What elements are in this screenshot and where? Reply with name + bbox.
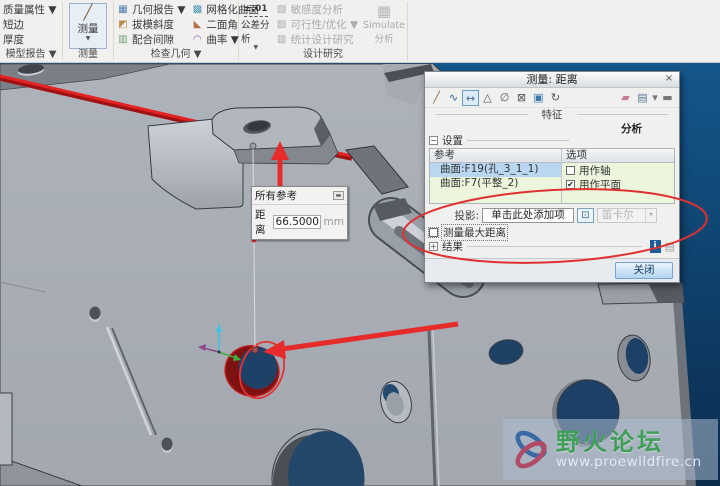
collapse-section-icon[interactable]: −	[429, 136, 438, 145]
sensitivity-icon: ▧	[276, 4, 287, 15]
tooltip-collapse-icon[interactable]: ▬	[333, 191, 344, 200]
watermark-url: www.proewildfire.cn	[556, 454, 702, 470]
column-header-reference: 参考	[430, 149, 561, 163]
measure-length-icon[interactable]: ╱	[428, 90, 445, 106]
tooltip-value: 66.5000	[272, 215, 321, 229]
reference-row[interactable]: 曲面:F19(孔_3_1_1)	[430, 163, 561, 177]
monitor-icon[interactable]: ⊡	[577, 207, 594, 223]
info-icon[interactable]: i	[649, 240, 661, 253]
chevron-down-icon: ▼	[85, 35, 91, 42]
reference-row[interactable]: 曲面:F7(平整_2)	[430, 177, 561, 191]
ribbon-group-model-report: 质量属性 ▼ 短边 厚度 模型报告 ▼	[0, 0, 62, 62]
forum-logo-icon	[515, 430, 547, 468]
simulate-icon: ▦	[376, 2, 392, 20]
csys-select[interactable]: 笛卡尔 ▼	[597, 207, 657, 223]
dialog-title: 测量: 距离	[526, 73, 578, 86]
measure-curve-icon[interactable]: ∿	[445, 90, 462, 106]
tab-top-face[interactable]	[211, 106, 331, 151]
measurement-point-top[interactable]	[249, 142, 257, 150]
ribbon-group-measure: ╱ 测量 ▼ 测量	[63, 0, 113, 62]
dialog-titlebar[interactable]: 测量: 距离 ×	[425, 72, 679, 88]
group-label-measure: 测量	[78, 49, 98, 60]
dihedral-icon: ◣	[193, 19, 202, 30]
group-label-design-study: 设计研究	[303, 49, 343, 60]
collapse-dialog-icon[interactable]: ▬	[659, 90, 676, 106]
clearance-item[interactable]: ▥ 配合间隙	[114, 32, 188, 47]
clear-icon[interactable]: ▰	[617, 90, 634, 106]
tooltip-title: 所有参考	[255, 190, 297, 202]
application-window: 质量属性 ▼ 短边 厚度 模型报告 ▼ ╱ 测量 ▼ 测量 ▦ 几何报告 ▼ ◩ 拔…	[0, 0, 720, 486]
sensitivity-analysis-item[interactable]: ▧ 敏感度分析	[273, 2, 361, 17]
use-as-axis-checkbox[interactable]	[566, 165, 575, 175]
max-distance-checkbox[interactable]	[428, 227, 439, 238]
tolerance-icon: ±.01	[244, 3, 268, 17]
ribbon: 质量属性 ▼ 短边 厚度 模型报告 ▼ ╱ 测量 ▼ 测量 ▦ 几何报告 ▼ ◩ 拔…	[0, 0, 720, 63]
max-distance-row: 测量最大距离	[425, 224, 679, 241]
references-table: 参考 曲面:F19(孔_3_1_1) 曲面:F7(平整_2) 选项 用作轴 ✔ …	[429, 148, 675, 204]
tolerance-analysis-button[interactable]: ±.01 公差分析 ▼	[241, 3, 271, 51]
measure-diameter-icon[interactable]: ∅	[496, 90, 513, 106]
watermark-title: 野火论坛	[556, 428, 664, 456]
projection-label: 投影:	[454, 209, 479, 222]
measure-distance-dialog: 测量: 距离 × ╱ ∿ ↔ △ ∅ ⊠ ▣ ↻ ▰ ▤ ▾ ▬ 特征 分析 −…	[424, 71, 680, 283]
ribbon-group-design-study: ±.01 公差分析 ▼ ▧ 敏感度分析 ▨ 可行性/优化 ▼ ▥ 统计设计研究 ▦ S…	[239, 0, 407, 62]
geometry-report-item[interactable]: ▦ 几何报告 ▼	[114, 2, 188, 17]
close-button[interactable]: 关闭	[615, 262, 673, 279]
ribbon-group-inspect-geometry: ▦ 几何报告 ▼ ◩ 拔模斜度 ▥ 配合间隙 ▩ 网格化曲面 ◣ 二面角 ◠ 曲率 ▼ 检查…	[114, 0, 259, 62]
tab-feature[interactable]: 特征	[425, 108, 679, 121]
measurement-point-bottom[interactable]	[251, 346, 259, 354]
close-icon[interactable]: ×	[662, 73, 676, 86]
save-icon[interactable]: ▤	[634, 90, 651, 106]
measure-distance-icon[interactable]: ↔	[462, 89, 479, 106]
curvature-icon: ◠	[193, 34, 202, 45]
projection-collector[interactable]: 单击此处添加项	[482, 207, 574, 223]
option-row: 用作轴	[562, 163, 674, 177]
simulate-analysis-button[interactable]: ▦ Simulate 分析	[363, 3, 405, 49]
save-dropdown-icon[interactable]: ▾	[651, 90, 659, 106]
option-row: ✔ 用作平面	[566, 178, 621, 191]
draft-icon: ◩	[118, 19, 128, 30]
dialog-footer: 关闭	[425, 258, 679, 282]
tooltip-unit: mm	[323, 216, 344, 228]
forum-watermark: 野火论坛 www.proewildfire.cn	[503, 419, 718, 480]
boss-cylinder[interactable]	[0, 392, 13, 466]
lower-right-bracket[interactable]	[597, 282, 685, 305]
clearance-icon: ▥	[118, 34, 128, 45]
group-label-inspect-geometry[interactable]: 检查几何 ▼	[114, 48, 238, 62]
results-section-header[interactable]: + 结果 i ▤	[425, 240, 679, 253]
measure-area-icon[interactable]: ⊠	[513, 90, 530, 106]
measure-button[interactable]: ╱ 测量 ▼	[69, 3, 107, 49]
max-distance-label[interactable]: 测量最大距离	[441, 224, 508, 241]
tab-analysis[interactable]: 分析	[425, 121, 679, 135]
geometry-report-icon: ▦	[118, 4, 128, 15]
measure-transform-icon[interactable]: ↻	[547, 90, 564, 106]
settings-section-header[interactable]: − 设置	[425, 134, 679, 147]
ribbon-separator	[407, 2, 408, 60]
measure-angle-icon[interactable]: △	[479, 90, 496, 106]
statistical-study-item[interactable]: ▥ 统计设计研究	[273, 32, 361, 47]
group-label-model-report[interactable]: 模型报告 ▼	[0, 48, 62, 62]
small-hole[interactable]	[89, 306, 101, 320]
projection-row: 投影: 单击此处添加项 ⊡ 笛卡尔 ▼	[425, 204, 679, 225]
mass-properties-item[interactable]: 质量属性 ▼	[0, 2, 62, 17]
thickness-item[interactable]: 厚度	[0, 32, 62, 47]
use-as-plane-checkbox[interactable]: ✔	[566, 179, 575, 189]
tooltip-metric-label: 距离	[255, 209, 266, 236]
short-edge-item[interactable]: 短边	[0, 17, 62, 32]
mesh-icon: ▩	[192, 4, 203, 15]
column-header-options: 选项	[562, 149, 674, 163]
dialog-toolbar: ╱ ∿ ↔ △ ∅ ⊠ ▣ ↻ ▰ ▤ ▾ ▬	[425, 88, 679, 108]
statistics-icon: ▥	[276, 34, 287, 45]
feasibility-item[interactable]: ▨ 可行性/优化 ▼	[273, 17, 361, 32]
ruler-icon: ╱	[83, 3, 93, 21]
measurement-result-tooltip[interactable]: 所有参考 ▬ 距离 66.5000 mm	[251, 186, 348, 240]
small-hole[interactable]	[161, 437, 173, 451]
report-doc-icon[interactable]: ▤	[665, 240, 675, 253]
feasibility-icon: ▨	[276, 19, 287, 30]
expand-section-icon[interactable]: +	[429, 242, 438, 251]
chevron-down-icon[interactable]: ▼	[645, 208, 656, 222]
measure-volume-icon[interactable]: ▣	[530, 90, 547, 106]
draft-check-item[interactable]: ◩ 拔模斜度	[114, 17, 188, 32]
